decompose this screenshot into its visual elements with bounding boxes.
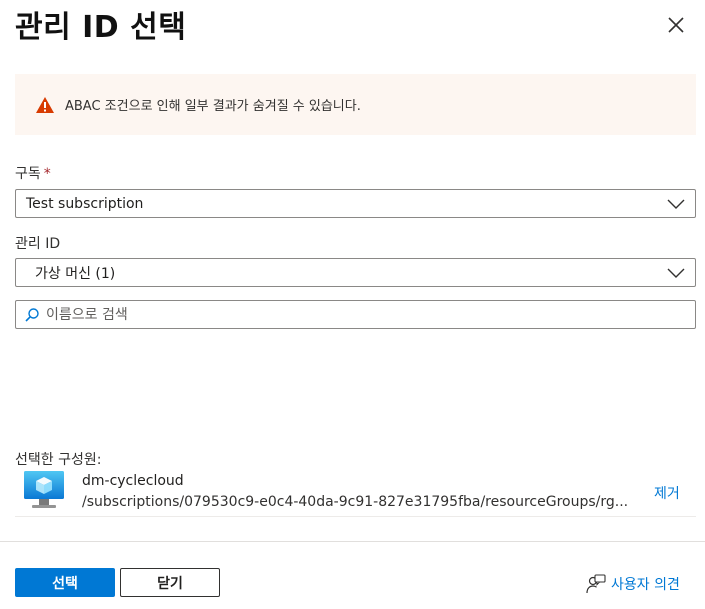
select-button[interactable]: 선택 — [15, 568, 115, 597]
selected-members-label: 선택한 구성원: — [15, 452, 102, 468]
warning-text: ABAC 조건으로 인해 일부 결과가 숨겨질 수 있습니다. — [65, 99, 361, 114]
managed-id-dropdown[interactable]: 가상 머신 (1) — [15, 258, 696, 287]
feedback-button[interactable]: 사용자 의견 — [584, 574, 680, 594]
search-input[interactable] — [46, 306, 686, 323]
chevron-down-icon — [667, 268, 685, 278]
dialog-title: 관리 ID 선택 — [15, 10, 187, 45]
warning-banner: ABAC 조건으로 인해 일부 결과가 숨겨질 수 있습니다. — [15, 74, 696, 135]
list-item: dm-cyclecloud /subscriptions/079530c9-e0… — [15, 470, 696, 517]
search-box[interactable] — [15, 300, 696, 329]
subscription-label-text: 구독 — [15, 166, 41, 182]
feedback-label: 사용자 의견 — [611, 577, 680, 593]
subscription-dropdown[interactable]: Test subscription — [15, 189, 696, 218]
required-mark: * — [43, 166, 51, 182]
close-button[interactable] — [663, 12, 689, 38]
managed-id-value: 가상 머신 (1) — [35, 265, 116, 282]
close-dialog-button[interactable]: 닫기 — [120, 568, 220, 597]
search-icon — [25, 307, 39, 322]
subscription-value: Test subscription — [26, 195, 144, 212]
virtual-machine-icon — [24, 471, 64, 508]
managed-id-label: 관리 ID — [15, 236, 61, 252]
member-name: dm-cyclecloud — [82, 473, 184, 489]
remove-link[interactable]: 제거 — [654, 483, 680, 503]
member-path: /subscriptions/079530c9-e0c4-40da-9c91-8… — [82, 494, 629, 510]
feedback-icon — [586, 574, 606, 594]
subscription-label: 구독 * — [15, 163, 51, 183]
chevron-down-icon — [667, 199, 685, 209]
warning-icon — [36, 96, 54, 113]
footer-divider — [0, 541, 705, 542]
close-icon — [668, 17, 684, 33]
